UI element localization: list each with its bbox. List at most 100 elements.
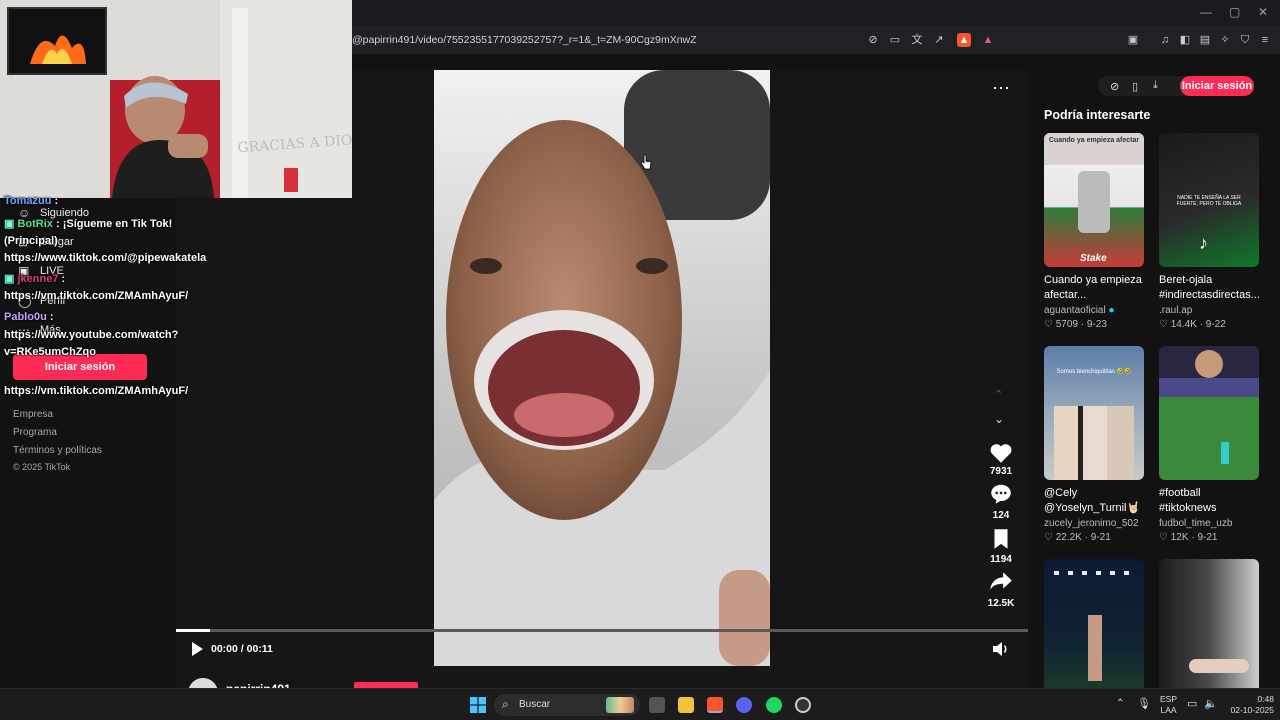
chevron-down-icon[interactable]: ⌄: [994, 412, 1004, 426]
card-author: fudbol_time_uzb: [1159, 518, 1233, 529]
play-icon[interactable]: [190, 641, 204, 657]
task-view-icon[interactable]: [649, 697, 665, 713]
close-window-button[interactable]: ✕: [1258, 5, 1268, 19]
chat-line: Tomazuu :: [4, 195, 59, 207]
webcam-overlay: GRACIAS A DIOS: [0, 0, 352, 198]
rail-signin-button[interactable]: Iniciar sesión: [1180, 76, 1254, 96]
card-stats: ♡ 14.4K · 9-22: [1159, 319, 1226, 330]
chat-link[interactable]: v=RKe5umChZqo: [4, 346, 96, 358]
comment-icon[interactable]: [988, 481, 1014, 507]
footer-copyright: © 2025 TikTok: [13, 462, 71, 472]
tiktok-logo-icon: ♪: [1199, 233, 1208, 253]
share-arrow-icon[interactable]: [988, 568, 1014, 594]
suggested-video-card[interactable]: NADIE TE ENSEÑA LA SER FUERTE, PERO TE O…: [1159, 133, 1259, 330]
mobile-icon[interactable]: ▯: [1132, 80, 1138, 93]
chat-link[interactable]: https://www.tiktok.com/@pipewakatela: [4, 252, 206, 264]
windows-start-icon[interactable]: [470, 697, 486, 713]
heart-outline-icon: ♡: [1159, 319, 1168, 330]
card-stats: ♡ 12K · 9-21: [1159, 532, 1218, 543]
card-author: zucely_jeronimo_502: [1044, 518, 1139, 529]
leo-ai-icon[interactable]: ✧: [1218, 33, 1232, 47]
cast-icon[interactable]: ▭: [888, 33, 902, 47]
compass-icon[interactable]: ⊘: [1110, 80, 1119, 93]
discord-icon[interactable]: [736, 697, 752, 713]
wallet-icon[interactable]: ▤: [1198, 33, 1212, 47]
clock[interactable]: 0:48 02-10-2025: [1224, 694, 1274, 716]
share-icon[interactable]: ↗: [932, 33, 946, 47]
card-stats: ♡ 5709 · 9-23: [1044, 319, 1107, 330]
badge-icon: ▣: [4, 273, 15, 285]
suggested-video-card[interactable]: [1159, 559, 1259, 693]
verified-icon: ●: [1108, 305, 1115, 316]
translate-icon[interactable]: 文: [910, 33, 924, 47]
video-frame[interactable]: [434, 70, 770, 666]
footer-terms[interactable]: Términos y políticas: [13, 445, 102, 456]
rail-heading: Podría interesarte: [1044, 108, 1151, 122]
volume-icon[interactable]: [992, 641, 1010, 657]
comment-count: 124: [992, 510, 1010, 521]
minimize-button[interactable]: —: [1200, 5, 1212, 19]
taskbar-search[interactable]: ⌕ Buscar: [494, 694, 640, 716]
brave-shield-icon[interactable]: ▲: [957, 33, 971, 47]
hand-cursor-icon: [640, 154, 652, 170]
thumbnail-caption: NADIE TE ENSEÑA LA SER FUERTE, PERO TE O…: [1176, 195, 1242, 207]
sidebar-toggle-icon[interactable]: ▣: [1126, 33, 1140, 47]
video-thumbnail: NADIE TE ENSEÑA LA SER FUERTE, PERO TE O…: [1159, 133, 1259, 267]
chat-line: ▣ jkenne7 :: [4, 273, 66, 285]
chat-link[interactable]: https://vm.tiktok.com/ZMAmhAyuF/: [4, 290, 188, 302]
brave-rewards-icon[interactable]: ▲: [981, 33, 995, 47]
save-count: 1194: [990, 554, 1012, 565]
webcam-image: GRACIAS A DIOS: [0, 0, 352, 198]
download-icon[interactable]: ⤓: [1153, 79, 1158, 92]
heart-outline-icon: ♡: [1044, 319, 1053, 330]
windows-taskbar: ⌕ Buscar ⌃ 🎙 ESP LAA ▭ 🔈 0:48 02-10-2025: [0, 688, 1280, 720]
video-thumbnail: Cuando ya empieza afectar Stake: [1044, 133, 1144, 267]
vpn-icon[interactable]: ⛉: [1238, 33, 1252, 47]
maximize-button[interactable]: ▢: [1229, 5, 1240, 19]
microphone-icon[interactable]: 🎙: [1137, 697, 1151, 710]
stage-lights: [1054, 571, 1134, 575]
suggested-video-card[interactable]: [1044, 559, 1144, 693]
file-explorer-icon[interactable]: [678, 697, 694, 713]
card-title: #football #tiktoknews #tiktokshop...: [1159, 487, 1217, 514]
obs-icon[interactable]: [795, 697, 811, 713]
progress-bar[interactable]: [176, 629, 1028, 632]
card-author: .raul.ap: [1159, 305, 1193, 316]
speaker-icon[interactable]: 🔈: [1204, 697, 1218, 710]
chat-link[interactable]: https://www.youtube.com/watch?: [4, 329, 178, 341]
language-indicator[interactable]: ESP LAA: [1160, 694, 1177, 716]
bookmark-icon[interactable]: [988, 526, 1014, 552]
menu-icon[interactable]: ≡: [1258, 33, 1272, 47]
thumbnail-player: [1221, 442, 1229, 464]
suggested-video-card[interactable]: #football #tiktoknews #tiktokshop... fud…: [1159, 346, 1259, 543]
search-label: Buscar: [519, 699, 551, 710]
search-highlight-image: [606, 697, 634, 713]
card-author: aguantaoficial ●: [1044, 305, 1115, 316]
address-bar[interactable]: @papirrin491/video/7552355177039252757?_…: [346, 29, 1006, 51]
music-icon[interactable]: ♫: [1158, 33, 1172, 47]
thumbnail-brand: Stake: [1080, 253, 1107, 264]
chevron-up-tray-icon[interactable]: ⌃: [1116, 698, 1124, 709]
suggested-video-card[interactable]: Somos bienchiquititas 🤣🤣 @Cely @Yoselyn_…: [1044, 346, 1144, 543]
brave-browser-icon[interactable]: [707, 697, 723, 713]
heart-outline-icon: ♡: [1159, 532, 1168, 543]
chat-line: ▣ BotRix : ¡Sígueme en Tik Tok!: [4, 218, 173, 230]
reading-list-icon[interactable]: ◧: [1178, 33, 1192, 47]
spotify-icon[interactable]: [766, 697, 782, 713]
like-icon[interactable]: [988, 440, 1014, 466]
url-text: @papirrin491/video/7552355177039252757?_…: [352, 34, 697, 46]
bot-badge-icon: ▣: [4, 218, 15, 230]
footer-company[interactable]: Empresa: [13, 409, 53, 420]
reader-mode-icon[interactable]: ⊘: [866, 33, 880, 47]
card-title: @Cely @Yoselyn_Turnil🤘🏻: [1044, 487, 1141, 514]
heart-outline-icon: ♡: [1044, 532, 1053, 543]
search-icon: ⌕: [502, 697, 509, 711]
suggested-video-card[interactable]: Cuando ya empieza afectar Stake Cuando y…: [1044, 133, 1144, 330]
video-more-button[interactable]: ⋯: [992, 78, 1010, 99]
chat-link[interactable]: https://vm.tiktok.com/ZMAmhAyuF/: [4, 385, 188, 397]
thumbnail-caption: Cuando ya empieza afectar: [1044, 133, 1144, 165]
footer-program[interactable]: Programa: [13, 427, 57, 438]
chevron-up-icon[interactable]: ⌃: [994, 388, 1003, 401]
chat-line: (Principal): [4, 235, 58, 247]
network-icon[interactable]: ▭: [1187, 697, 1197, 710]
